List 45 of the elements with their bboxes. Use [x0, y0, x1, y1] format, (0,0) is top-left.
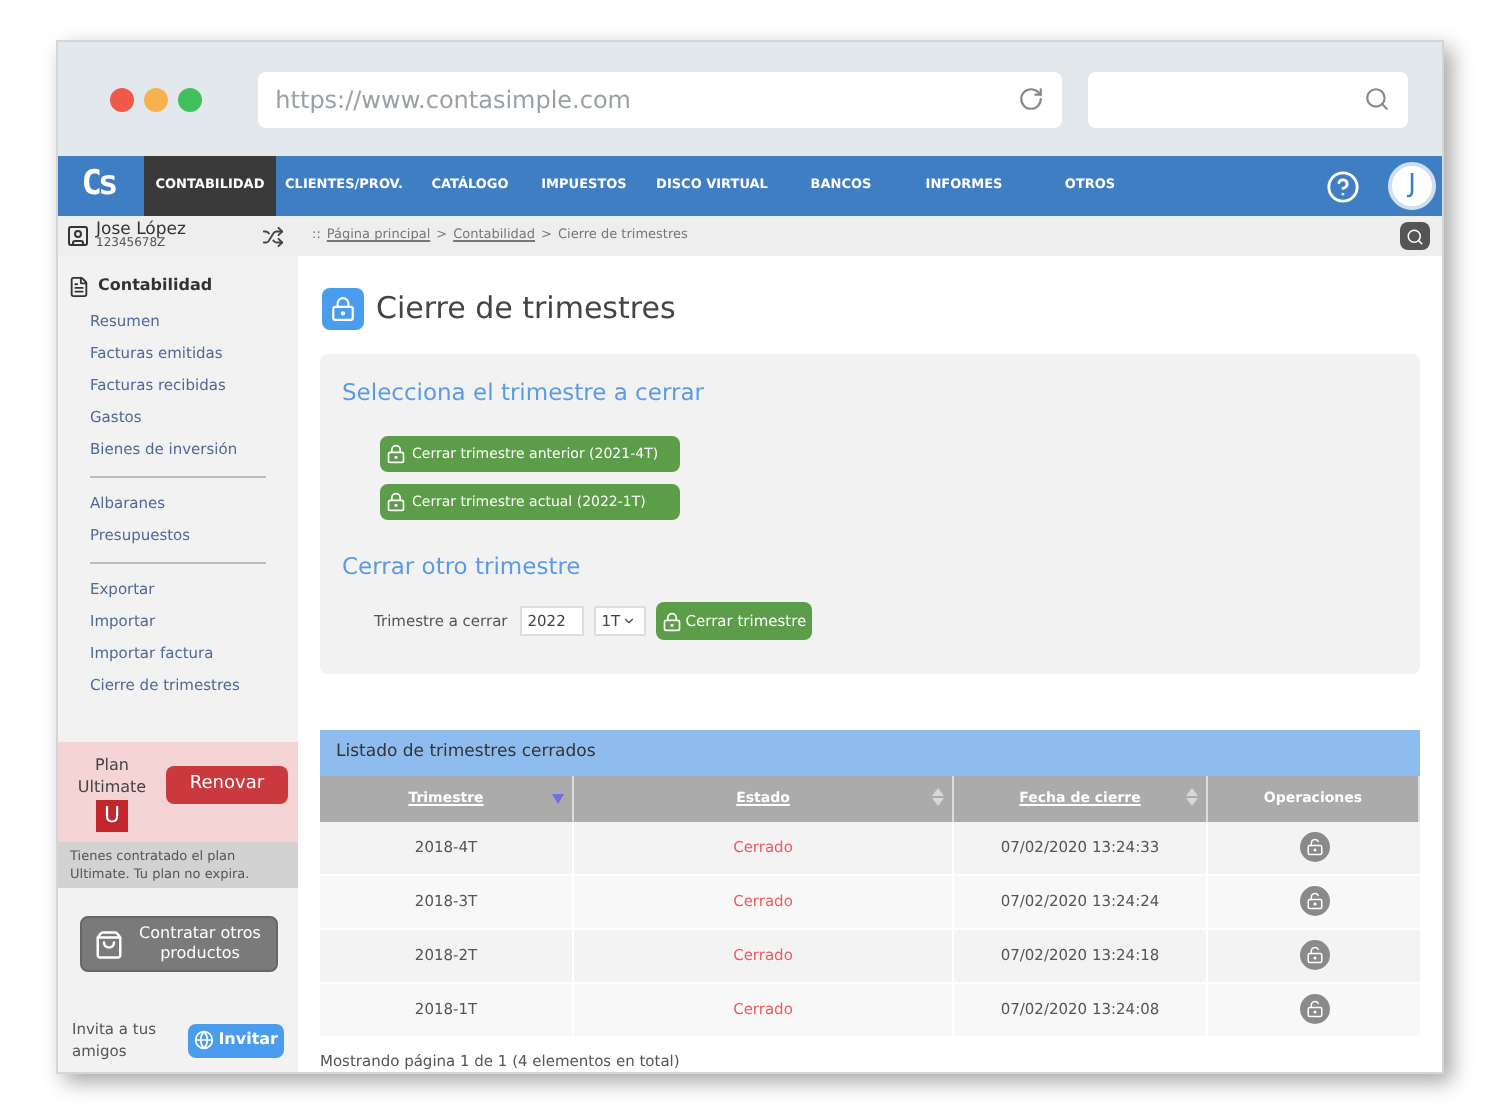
help-icon[interactable]	[1326, 169, 1360, 203]
maximize-icon[interactable]	[177, 87, 202, 111]
user-icon	[66, 224, 90, 248]
sidebar-heading: Contabilidad	[98, 274, 213, 298]
page-title: Cierre de trimestres	[376, 288, 676, 330]
invite-button[interactable]: Invitar	[188, 1023, 284, 1057]
unlock-button[interactable]	[1299, 832, 1329, 863]
search-icon[interactable]	[1363, 86, 1390, 112]
user-name: Jose López	[96, 221, 186, 239]
sort-icon	[932, 787, 944, 806]
plan-badge: U	[96, 799, 128, 831]
section-heading: Selecciona el trimestre a cerrar	[342, 375, 706, 409]
lock-icon	[322, 287, 364, 330]
open-lock-icon	[1305, 1000, 1323, 1019]
user-avatar[interactable]: J	[1388, 162, 1436, 210]
search-button[interactable]	[1400, 222, 1430, 250]
document-icon	[68, 275, 90, 297]
logo[interactable]: Cs	[58, 156, 138, 216]
reload-icon[interactable]	[1018, 86, 1045, 112]
address-field[interactable]: https://www.contasimple.com	[257, 71, 1063, 127]
url-text: https://www.contasimple.com	[275, 83, 631, 117]
unlock-button[interactable]	[1299, 994, 1329, 1025]
plan-name: Ultimate	[77, 775, 147, 797]
unlock-button[interactable]	[1299, 886, 1329, 917]
search-icon	[1406, 227, 1424, 245]
lock-icon	[386, 491, 406, 512]
close-icon[interactable]	[110, 87, 134, 111]
table-title: Listado de trimestres cerrados	[336, 739, 596, 766]
lock-icon	[386, 443, 406, 464]
bag-icon	[94, 929, 124, 959]
switch-user-icon[interactable]	[262, 225, 284, 247]
open-lock-icon	[1305, 892, 1323, 911]
unlock-button[interactable]	[1299, 940, 1329, 971]
globe-icon	[194, 1030, 215, 1050]
sort-down-icon	[552, 793, 564, 804]
chevron-down-icon	[622, 614, 637, 628]
sort-icon	[1186, 787, 1198, 806]
open-lock-icon	[1305, 946, 1323, 965]
section-heading: Cerrar otro trimestre	[342, 549, 583, 584]
products-button[interactable]: Contratar otros productos	[80, 916, 278, 972]
browser-search-field[interactable]	[1088, 71, 1408, 127]
renew-button[interactable]: Renovar	[166, 766, 288, 804]
plan-label: Plan	[94, 753, 130, 775]
open-lock-icon	[1305, 838, 1323, 857]
lock-icon	[661, 611, 682, 631]
